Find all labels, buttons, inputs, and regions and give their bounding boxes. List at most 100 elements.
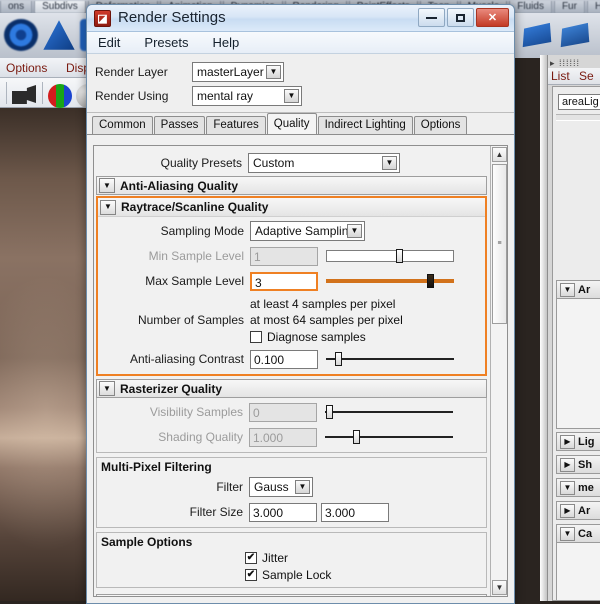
filter-size-x-input[interactable]: 3.000 (249, 502, 317, 522)
section-multi-pixel-filtering: Multi-Pixel Filtering Filter Gauss ▼ Fil… (96, 457, 487, 528)
quality-presets-dropdown[interactable]: Custom ▼ (248, 152, 400, 173)
max-sample-level-slider[interactable] (326, 274, 454, 288)
shading-quality-input: 1.000 (249, 427, 317, 447)
chevron-down-icon[interactable]: ▼ (100, 199, 116, 215)
polygon-torus-icon[interactable] (4, 19, 38, 51)
ae-frame-header[interactable]: ▶ Ar (556, 501, 600, 520)
window-titlebar[interactable]: ◪ Render Settings ✕ (87, 5, 514, 32)
ae-frame-header[interactable]: ▶ Sh (556, 455, 600, 474)
shelf-tab[interactable]: Hair (586, 1, 600, 13)
render-layer-dropdown[interactable]: masterLayer ▼ (192, 62, 284, 82)
chevron-down-icon[interactable]: ▼ (560, 282, 575, 297)
section-rasterizer-quality[interactable]: ▼ Rasterizer Quality (96, 379, 487, 398)
chevron-right-icon[interactable]: ▶ (560, 457, 575, 472)
filter-dropdown[interactable]: Gauss ▼ (249, 477, 313, 497)
polygon-disc-icon[interactable] (560, 22, 590, 48)
shelf-tab[interactable]: Fluids (509, 1, 552, 13)
visibility-samples-slider[interactable] (325, 405, 453, 419)
chevron-down-icon[interactable]: ▼ (560, 526, 575, 541)
menu-presets[interactable]: Presets (141, 34, 191, 51)
chevron-right-icon[interactable]: ▶ (560, 503, 575, 518)
settings-tabbar[interactable]: Common Passes Features Quality Indirect … (87, 113, 514, 135)
menu-list[interactable]: List (551, 69, 570, 83)
section-anti-aliasing-quality[interactable]: ▼ Anti-Aliasing Quality (96, 176, 487, 195)
scroll-up-button[interactable]: ▲ (492, 147, 507, 162)
shading-quality-label: Shading Quality (158, 430, 243, 444)
min-sample-level-slider[interactable] (326, 249, 454, 263)
ae-frame-header[interactable]: ▼ me (556, 478, 600, 497)
checkbox-box[interactable]: ✔ (245, 569, 257, 581)
menu-options[interactable]: Options (6, 61, 47, 75)
tab-common[interactable]: Common (92, 116, 153, 134)
render-viewport[interactable] (0, 108, 92, 601)
slider-thumb[interactable] (353, 430, 361, 444)
panel-divider[interactable] (540, 55, 548, 601)
tab-indirect-lighting[interactable]: Indirect Lighting (317, 116, 413, 134)
tab-features[interactable]: Features (206, 116, 266, 134)
chevron-down-icon[interactable]: ▼ (266, 65, 281, 79)
chevron-down-icon[interactable]: ▼ (284, 89, 299, 103)
shelf-tab[interactable]: Fur (553, 1, 585, 13)
samples-max-text: at most 64 samples per pixel (250, 313, 403, 327)
section-raytrace-scanline-quality[interactable]: ▼ Raytrace/Scanline Quality (98, 198, 485, 217)
maximize-button[interactable] (447, 8, 474, 27)
shelf-tab[interactable]: ons (0, 1, 33, 13)
checkbox-box[interactable] (250, 331, 262, 343)
slider-thumb[interactable] (427, 274, 435, 288)
minimize-button[interactable] (418, 8, 445, 27)
polygon-plane-icon[interactable] (522, 22, 552, 48)
vertical-scrollbar[interactable]: ▲ ≡ ▼ (490, 146, 507, 596)
close-button[interactable]: ✕ (476, 8, 509, 27)
material-sphere-icon[interactable] (48, 84, 72, 108)
jitter-checkbox[interactable]: ✔ Jitter (245, 551, 288, 565)
window-controls[interactable]: ✕ (418, 8, 509, 27)
diagnose-samples-checkbox[interactable]: Diagnose samples (250, 330, 481, 344)
section-title: Sample Options (101, 535, 193, 549)
chevron-down-icon[interactable]: ▼ (99, 178, 115, 193)
sampling-mode-dropdown[interactable]: Adaptive Sampling ▼ (250, 221, 365, 241)
slider-thumb[interactable] (334, 352, 342, 366)
attribute-name-field[interactable]: areaLig (558, 94, 600, 110)
aa-contrast-input[interactable]: 0.100 (250, 349, 318, 369)
shading-quality-slider[interactable] (325, 430, 453, 444)
filter-size-y-input[interactable]: 3.000 (321, 502, 389, 522)
checkbox-box[interactable]: ✔ (245, 552, 257, 564)
section-title: Raytrace/Scanline Quality (121, 200, 269, 214)
chevron-right-icon[interactable]: ▶ (560, 434, 575, 449)
sample-lock-checkbox[interactable]: ✔ Sample Lock (245, 568, 331, 582)
quality-content: Quality Presets Custom ▼ ▼ Anti-Aliasing… (94, 146, 489, 596)
section-raytracing[interactable]: ▶ Raytracing (96, 594, 487, 596)
chevron-down-icon[interactable]: ▼ (347, 224, 362, 238)
render-settings-window[interactable]: ◪ Render Settings ✕ Edit Presets Help Re… (86, 4, 515, 604)
shading-quality-row: Shading Quality 1.000 (97, 426, 486, 448)
quality-scroll-panel[interactable]: Quality Presets Custom ▼ ▼ Anti-Aliasing… (93, 145, 508, 597)
render-using-dropdown[interactable]: mental ray ▼ (192, 86, 302, 106)
max-sample-level-input[interactable]: 3 (250, 271, 318, 291)
tab-passes[interactable]: Passes (153, 116, 206, 134)
menu-help[interactable]: Help (209, 34, 242, 51)
menu-select[interactable]: Se (579, 69, 594, 83)
chevron-down-icon[interactable]: ▼ (99, 381, 115, 396)
ae-frame-header[interactable]: ▼ Ca (556, 524, 600, 543)
tab-options[interactable]: Options (413, 116, 468, 134)
tab-quality[interactable]: Quality (266, 113, 317, 134)
section-raytrace-scanline-quality-highlighted: ▼ Raytrace/Scanline Quality Sampling Mod… (96, 196, 487, 376)
attribute-editor-menubar[interactable]: List Se (548, 68, 600, 85)
window-menubar[interactable]: Edit Presets Help (87, 32, 514, 54)
ae-frame-header[interactable]: ▶ Lig (556, 432, 600, 451)
scrollbar-thumb[interactable]: ≡ (492, 164, 507, 324)
ae-frame-header[interactable]: ▼ Ar (556, 280, 600, 299)
slider-thumb[interactable] (396, 249, 404, 263)
playblast-icon[interactable] (12, 85, 36, 104)
chevron-down-icon[interactable]: ▼ (382, 155, 397, 170)
ae-frame-label: Ar (578, 504, 591, 517)
scroll-down-button[interactable]: ▼ (492, 580, 507, 595)
shelf-tab[interactable]: Subdivs (34, 1, 86, 13)
chevron-down-icon[interactable]: ▼ (560, 480, 575, 495)
quality-presets-row: Quality Presets Custom ▼ (96, 148, 487, 174)
chevron-down-icon[interactable]: ▼ (295, 480, 310, 494)
menu-edit[interactable]: Edit (95, 34, 123, 51)
aa-contrast-slider[interactable] (326, 352, 454, 366)
polygon-cone-icon[interactable] (43, 20, 75, 50)
slider-thumb[interactable] (326, 405, 334, 419)
